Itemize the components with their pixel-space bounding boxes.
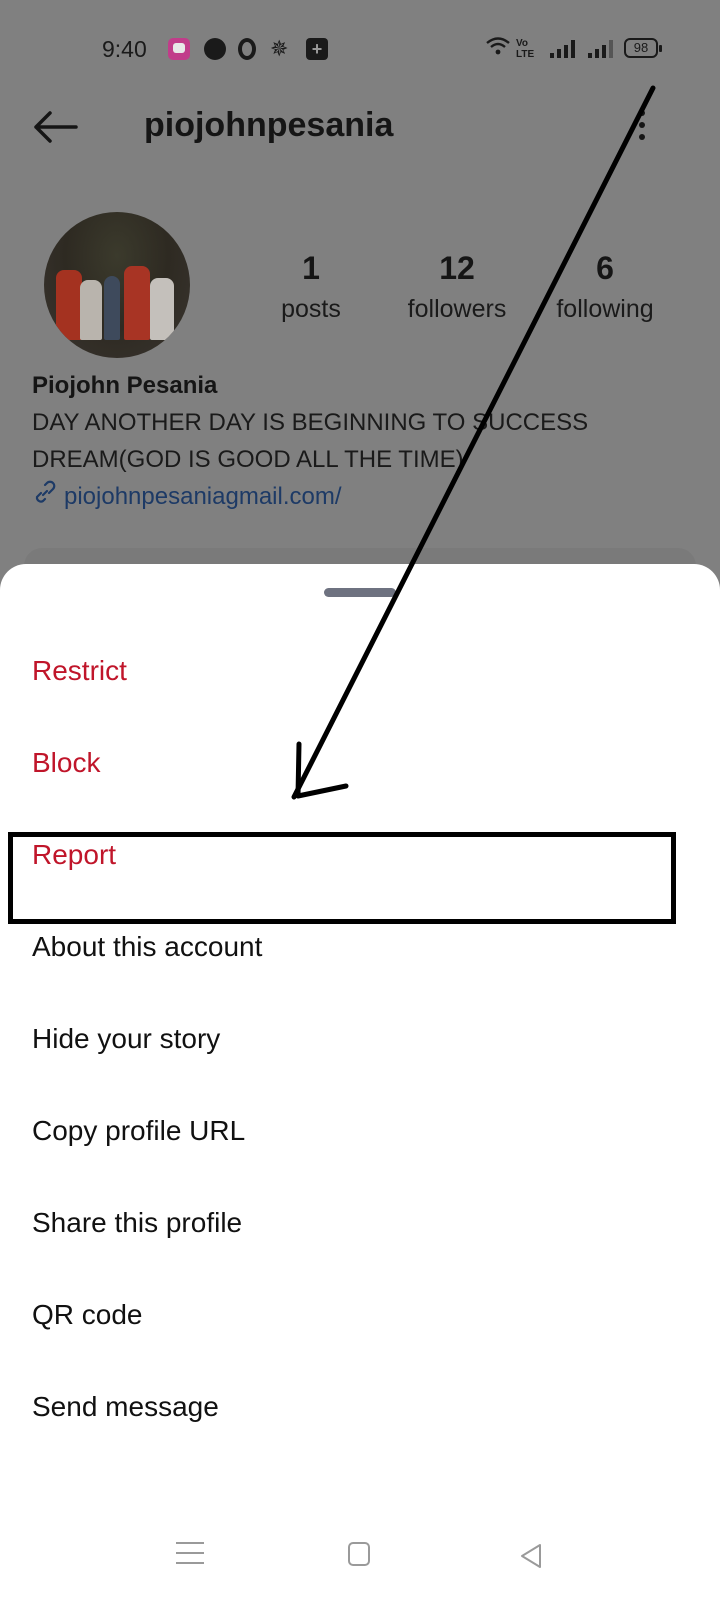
bio-text: DAY ANOTHER DAY IS BEGINNING TO SUCCESS … bbox=[32, 404, 692, 478]
stat-following[interactable]: 6 following bbox=[540, 250, 670, 324]
battery-icon: 98 bbox=[624, 38, 662, 58]
menu-item-about-account[interactable]: About this account bbox=[32, 922, 672, 972]
wifi-icon bbox=[485, 36, 511, 62]
status-bar: 9:40 ✵ + Vo LTE 98 bbox=[0, 28, 720, 68]
pinwheel-app-icon: ✵ bbox=[270, 36, 289, 61]
clock: 9:40 bbox=[102, 36, 147, 62]
messenger-icon bbox=[204, 38, 226, 60]
home-icon[interactable] bbox=[348, 1542, 370, 1566]
options-bottom-sheet: Restrict Block Report About this account… bbox=[0, 564, 720, 1600]
opera-icon bbox=[238, 38, 256, 60]
avatar[interactable] bbox=[44, 212, 190, 358]
signal-icon bbox=[550, 40, 578, 58]
menu-item-restrict[interactable]: Restrict bbox=[32, 646, 672, 696]
more-options-icon[interactable] bbox=[636, 110, 648, 150]
link-text: piojohnpesaniagmail.com/ bbox=[64, 482, 342, 510]
profile-bio: Piojohn Pesania DAY ANOTHER DAY IS BEGIN… bbox=[32, 372, 692, 513]
recent-apps-icon[interactable] bbox=[176, 1542, 204, 1570]
lazada-icon bbox=[168, 38, 190, 60]
link-icon bbox=[32, 480, 58, 513]
menu-item-copy-profile-url[interactable]: Copy profile URL bbox=[32, 1106, 672, 1156]
signal-icon bbox=[588, 40, 616, 58]
menu-item-send-message[interactable]: Send message bbox=[32, 1382, 672, 1432]
stat-posts[interactable]: 1 posts bbox=[246, 250, 376, 324]
menu-item-share-profile[interactable]: Share this profile bbox=[32, 1198, 672, 1248]
bio-line: DREAM(GOD IS GOOD ALL THE TIME) bbox=[32, 446, 464, 473]
back-triangle-icon[interactable] bbox=[518, 1542, 546, 1570]
bio-line: DAY ANOTHER DAY IS BEGINNING TO SUCCESS bbox=[32, 409, 589, 436]
drag-handle[interactable] bbox=[324, 588, 396, 597]
menu-item-report[interactable]: Report bbox=[32, 830, 672, 880]
menu-item-qr-code[interactable]: QR code bbox=[32, 1290, 672, 1340]
stat-followers[interactable]: 12 followers bbox=[392, 250, 522, 324]
profile-header: piojohnpesania bbox=[0, 96, 720, 160]
bible-app-icon: + bbox=[306, 38, 328, 60]
volte-icon: Vo LTE bbox=[516, 38, 535, 60]
menu-item-hide-story[interactable]: Hide your story bbox=[32, 1014, 672, 1064]
bio-link[interactable]: piojohnpesaniagmail.com/ bbox=[32, 480, 692, 513]
back-arrow-icon[interactable] bbox=[32, 110, 78, 144]
system-navigation-bar bbox=[0, 1520, 720, 1600]
full-name: Piojohn Pesania bbox=[32, 372, 218, 399]
page-title: piojohnpesania bbox=[144, 106, 394, 144]
menu-item-block[interactable]: Block bbox=[32, 738, 672, 788]
